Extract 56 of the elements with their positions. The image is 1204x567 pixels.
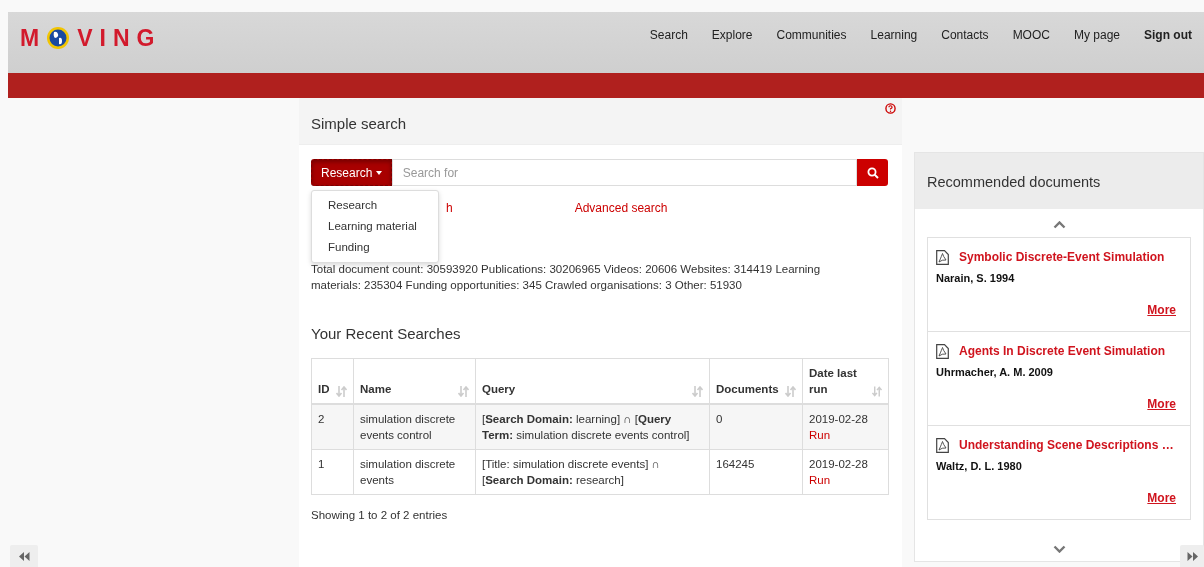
document-author: Narain, S. 1994	[936, 271, 1016, 286]
pdf-file-icon	[936, 437, 949, 453]
pdf-file-icon	[936, 249, 949, 265]
table-cell: simulation discrete events control	[360, 412, 456, 441]
link[interactable]: Advanced search	[574, 199, 668, 215]
scope-dropdown-button[interactable]: Research	[311, 159, 392, 186]
nav-link[interactable]: My page	[1061, 26, 1132, 44]
search-button[interactable]	[857, 159, 888, 186]
column-header[interactable]: Query	[482, 380, 516, 397]
help-icon[interactable]	[885, 103, 896, 114]
nav-link[interactable]: Contacts	[929, 26, 1001, 44]
nav-link[interactable]: MOOC	[1000, 26, 1062, 44]
more-link[interactable]: More	[1147, 395, 1176, 413]
card-title: Recommended documents	[927, 174, 1101, 190]
table-cell: 1	[318, 457, 325, 470]
link[interactable]: h	[446, 199, 453, 215]
panel-title: Simple search	[311, 115, 407, 132]
document-title-link[interactable]: Symbolic Discrete-Event Simulation	[959, 248, 1165, 266]
pdf-file-icon	[936, 343, 949, 359]
table-cell: simulation discrete events	[360, 457, 456, 486]
collapse-right-icon[interactable]	[1180, 545, 1204, 567]
table-cell: 2	[318, 412, 325, 425]
run-link[interactable]: Run	[809, 471, 882, 488]
document-title-link[interactable]: Agents In Discrete Event Simulation	[959, 342, 1166, 360]
more-link[interactable]: More	[1147, 301, 1176, 319]
caret-icon	[375, 171, 382, 176]
table-cell: 0	[716, 412, 723, 425]
table-cell: [Search Domain: learning] ∩ [Query Term: simulation discrete events control]	[482, 412, 690, 441]
run-link[interactable]: Run	[809, 426, 882, 443]
document-author: Waltz, D. L. 1980	[936, 459, 1023, 474]
dropdown-item[interactable]: Research	[312, 195, 438, 216]
nav-link[interactable]: Search	[637, 26, 700, 44]
collapse-left-icon[interactable]	[10, 545, 38, 567]
search-icon	[866, 166, 879, 179]
nav-link[interactable]: Explore	[699, 26, 765, 44]
table-cell: 2019-02-28	[809, 412, 868, 425]
scroll-down-icon[interactable]	[1052, 545, 1066, 553]
section-title: Your Recent Searches	[311, 324, 462, 344]
nav-link[interactable]: Communities	[764, 26, 859, 44]
column-header[interactable]: ID	[318, 380, 330, 397]
document-title-link[interactable]: Understanding Scene Descriptions …	[959, 436, 1174, 454]
dropdown-item[interactable]: Learning material	[312, 216, 438, 237]
search-field[interactable]: Search for	[391, 159, 857, 186]
logo[interactable]: M VING	[20, 21, 162, 56]
nav-link[interactable]: Learning	[858, 26, 930, 44]
scroll-up-icon[interactable]	[1052, 221, 1066, 229]
nav-link[interactable]: Sign out	[1132, 26, 1204, 44]
table-cell: [Title: simulation discrete events] ∩ [Search Domain: research]	[482, 457, 660, 486]
table-cell: 2019-02-28	[809, 457, 868, 470]
document-statistics: Total document count: 30593920 Publications: 30206965 Videos: 20606 Websites: 314419 Learning materials: 235304 Funding opportunities: 345 Crawled organisations: 3 Other: 51930	[311, 262, 822, 293]
more-link[interactable]: More	[1147, 489, 1176, 507]
table-cell: 164245	[716, 457, 755, 470]
table-info: Showing 1 to 2 of 2 entries	[311, 507, 449, 523]
dropdown-item[interactable]: Funding	[312, 237, 438, 258]
document-author: Uhrmacher, A. M. 2009	[936, 365, 1054, 380]
column-header[interactable]: Name	[360, 380, 392, 397]
